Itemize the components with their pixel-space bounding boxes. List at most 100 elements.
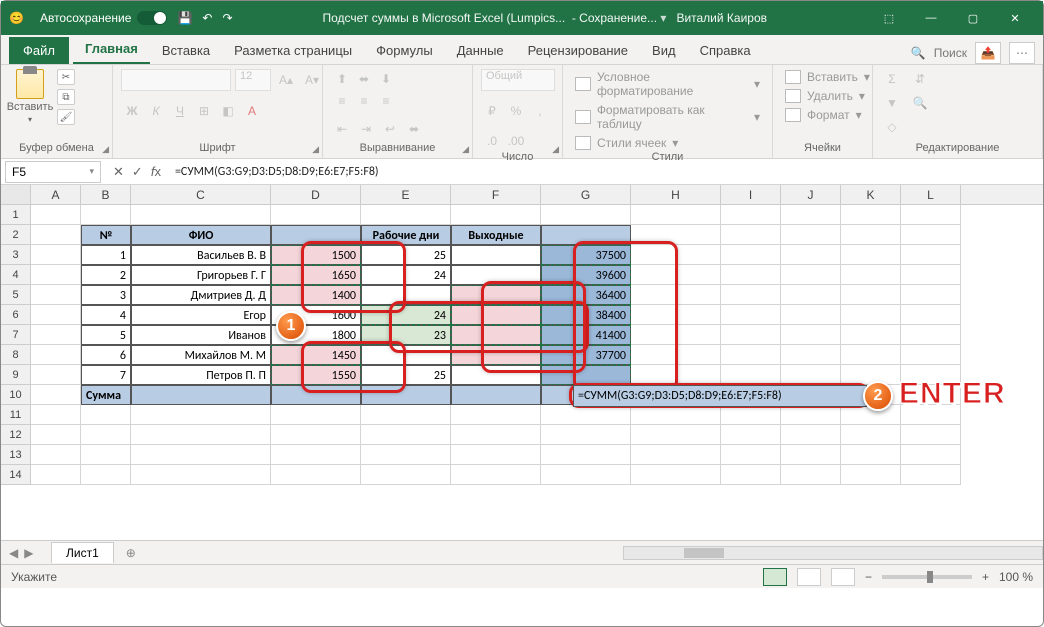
format-as-table[interactable]: Форматировать как таблицу ▾ xyxy=(571,102,764,132)
indent-dec-icon[interactable]: ⇤ xyxy=(331,119,353,139)
column-header[interactable]: D xyxy=(271,185,361,204)
column-header[interactable]: I xyxy=(721,185,781,204)
cell[interactable] xyxy=(721,445,781,465)
cell[interactable] xyxy=(901,205,961,225)
fill-down-icon[interactable]: ▼ xyxy=(881,93,903,113)
cell[interactable] xyxy=(31,245,81,265)
cell[interactable] xyxy=(271,445,361,465)
indent-inc-icon[interactable]: ⇥ xyxy=(355,119,377,139)
cell[interactable] xyxy=(781,405,841,425)
cell[interactable] xyxy=(361,425,451,445)
row-header[interactable]: 5 xyxy=(1,285,31,305)
cell[interactable] xyxy=(451,305,541,325)
cell[interactable]: 1650 xyxy=(271,265,361,285)
cell[interactable] xyxy=(541,365,631,385)
spreadsheet-grid[interactable]: ABCDEFGHIJKL 12№ФИОРабочие дниВыходные31… xyxy=(1,185,1043,540)
cell[interactable]: 39600 xyxy=(541,265,631,285)
percent-icon[interactable]: % xyxy=(505,101,527,121)
comma-icon[interactable]: , xyxy=(529,101,551,121)
cell[interactable] xyxy=(781,225,841,245)
merge-icon[interactable]: ⬌ xyxy=(403,119,425,139)
search-icon[interactable]: 🔍 xyxy=(911,46,926,60)
cell[interactable] xyxy=(901,465,961,485)
cell[interactable] xyxy=(81,205,131,225)
cell[interactable] xyxy=(631,205,721,225)
cell[interactable] xyxy=(901,285,961,305)
cell[interactable] xyxy=(781,265,841,285)
cell[interactable]: 1400 xyxy=(271,285,361,305)
cell[interactable] xyxy=(721,285,781,305)
cell[interactable] xyxy=(631,465,721,485)
zoom-slider[interactable] xyxy=(882,575,972,579)
view-pagebreak-icon[interactable] xyxy=(831,568,855,586)
maximize-icon[interactable]: ▢ xyxy=(953,5,993,31)
close-icon[interactable]: ✕ xyxy=(995,5,1035,31)
cell[interactable] xyxy=(451,285,541,305)
cell[interactable] xyxy=(631,265,721,285)
cell[interactable] xyxy=(631,405,721,425)
cell[interactable]: Васильев В. В xyxy=(131,245,271,265)
cell[interactable] xyxy=(31,305,81,325)
tab-insert[interactable]: Вставка xyxy=(150,37,222,64)
cell[interactable]: 36400 xyxy=(541,285,631,305)
cell[interactable] xyxy=(631,245,721,265)
cell[interactable]: Иванов xyxy=(131,325,271,345)
cell[interactable]: 37700 xyxy=(541,345,631,365)
save-icon[interactable]: 💾 xyxy=(177,11,192,25)
column-header[interactable]: B xyxy=(81,185,131,204)
tab-view[interactable]: Вид xyxy=(640,37,688,64)
fx-icon[interactable]: fx xyxy=(151,164,161,180)
cell[interactable] xyxy=(781,345,841,365)
cell[interactable] xyxy=(541,225,631,245)
cell[interactable]: 25 xyxy=(361,245,451,265)
cell[interactable] xyxy=(901,265,961,285)
cell[interactable] xyxy=(361,205,451,225)
cell[interactable] xyxy=(271,405,361,425)
redo-icon[interactable]: ↷ xyxy=(222,11,232,25)
cell[interactable] xyxy=(631,445,721,465)
cell[interactable] xyxy=(541,205,631,225)
align-left-icon[interactable]: ≡ xyxy=(331,91,353,111)
wrap-icon[interactable]: ↩ xyxy=(379,119,401,139)
cell[interactable] xyxy=(721,225,781,245)
cell[interactable] xyxy=(631,325,721,345)
cell[interactable]: 5 xyxy=(81,325,131,345)
autosave-toggle[interactable] xyxy=(137,11,167,25)
row-header[interactable]: 14 xyxy=(1,465,31,485)
cell[interactable] xyxy=(781,245,841,265)
cell[interactable] xyxy=(361,385,451,405)
conditional-formatting[interactable]: Условное форматирование ▾ xyxy=(571,69,764,99)
find-icon[interactable]: 🔍 xyxy=(909,93,931,113)
cell[interactable] xyxy=(31,285,81,305)
format-cells[interactable]: Формат ▾ xyxy=(781,107,866,123)
row-header[interactable]: 7 xyxy=(1,325,31,345)
comments-button[interactable]: ⋯ xyxy=(1009,42,1035,64)
cell[interactable] xyxy=(631,365,721,385)
cell[interactable] xyxy=(721,405,781,425)
decrease-font-icon[interactable]: A▾ xyxy=(301,70,323,90)
cell[interactable] xyxy=(781,205,841,225)
cell[interactable] xyxy=(131,205,271,225)
cell[interactable] xyxy=(131,425,271,445)
cell[interactable] xyxy=(721,325,781,345)
cell[interactable] xyxy=(841,205,901,225)
font-name[interactable] xyxy=(121,69,231,91)
cell[interactable]: 1 xyxy=(81,245,131,265)
horizontal-scrollbar[interactable] xyxy=(623,546,1043,560)
cell[interactable] xyxy=(81,425,131,445)
cell[interactable] xyxy=(31,445,81,465)
cell[interactable]: ФИО xyxy=(131,225,271,245)
cell[interactable] xyxy=(131,385,271,405)
cut-icon[interactable]: ✂ xyxy=(57,69,75,85)
tab-file[interactable]: Файл xyxy=(9,37,69,64)
cell[interactable]: Сумма xyxy=(81,385,131,405)
minimize-icon[interactable]: — xyxy=(911,5,951,31)
row-header[interactable]: 2 xyxy=(1,225,31,245)
cell[interactable] xyxy=(541,405,631,425)
tab-help[interactable]: Справка xyxy=(688,37,763,64)
tab-review[interactable]: Рецензирование xyxy=(516,37,640,64)
sheet-next-icon[interactable]: ▶ xyxy=(24,546,33,560)
cell[interactable] xyxy=(451,425,541,445)
cell[interactable] xyxy=(451,245,541,265)
column-header[interactable]: E xyxy=(361,185,451,204)
